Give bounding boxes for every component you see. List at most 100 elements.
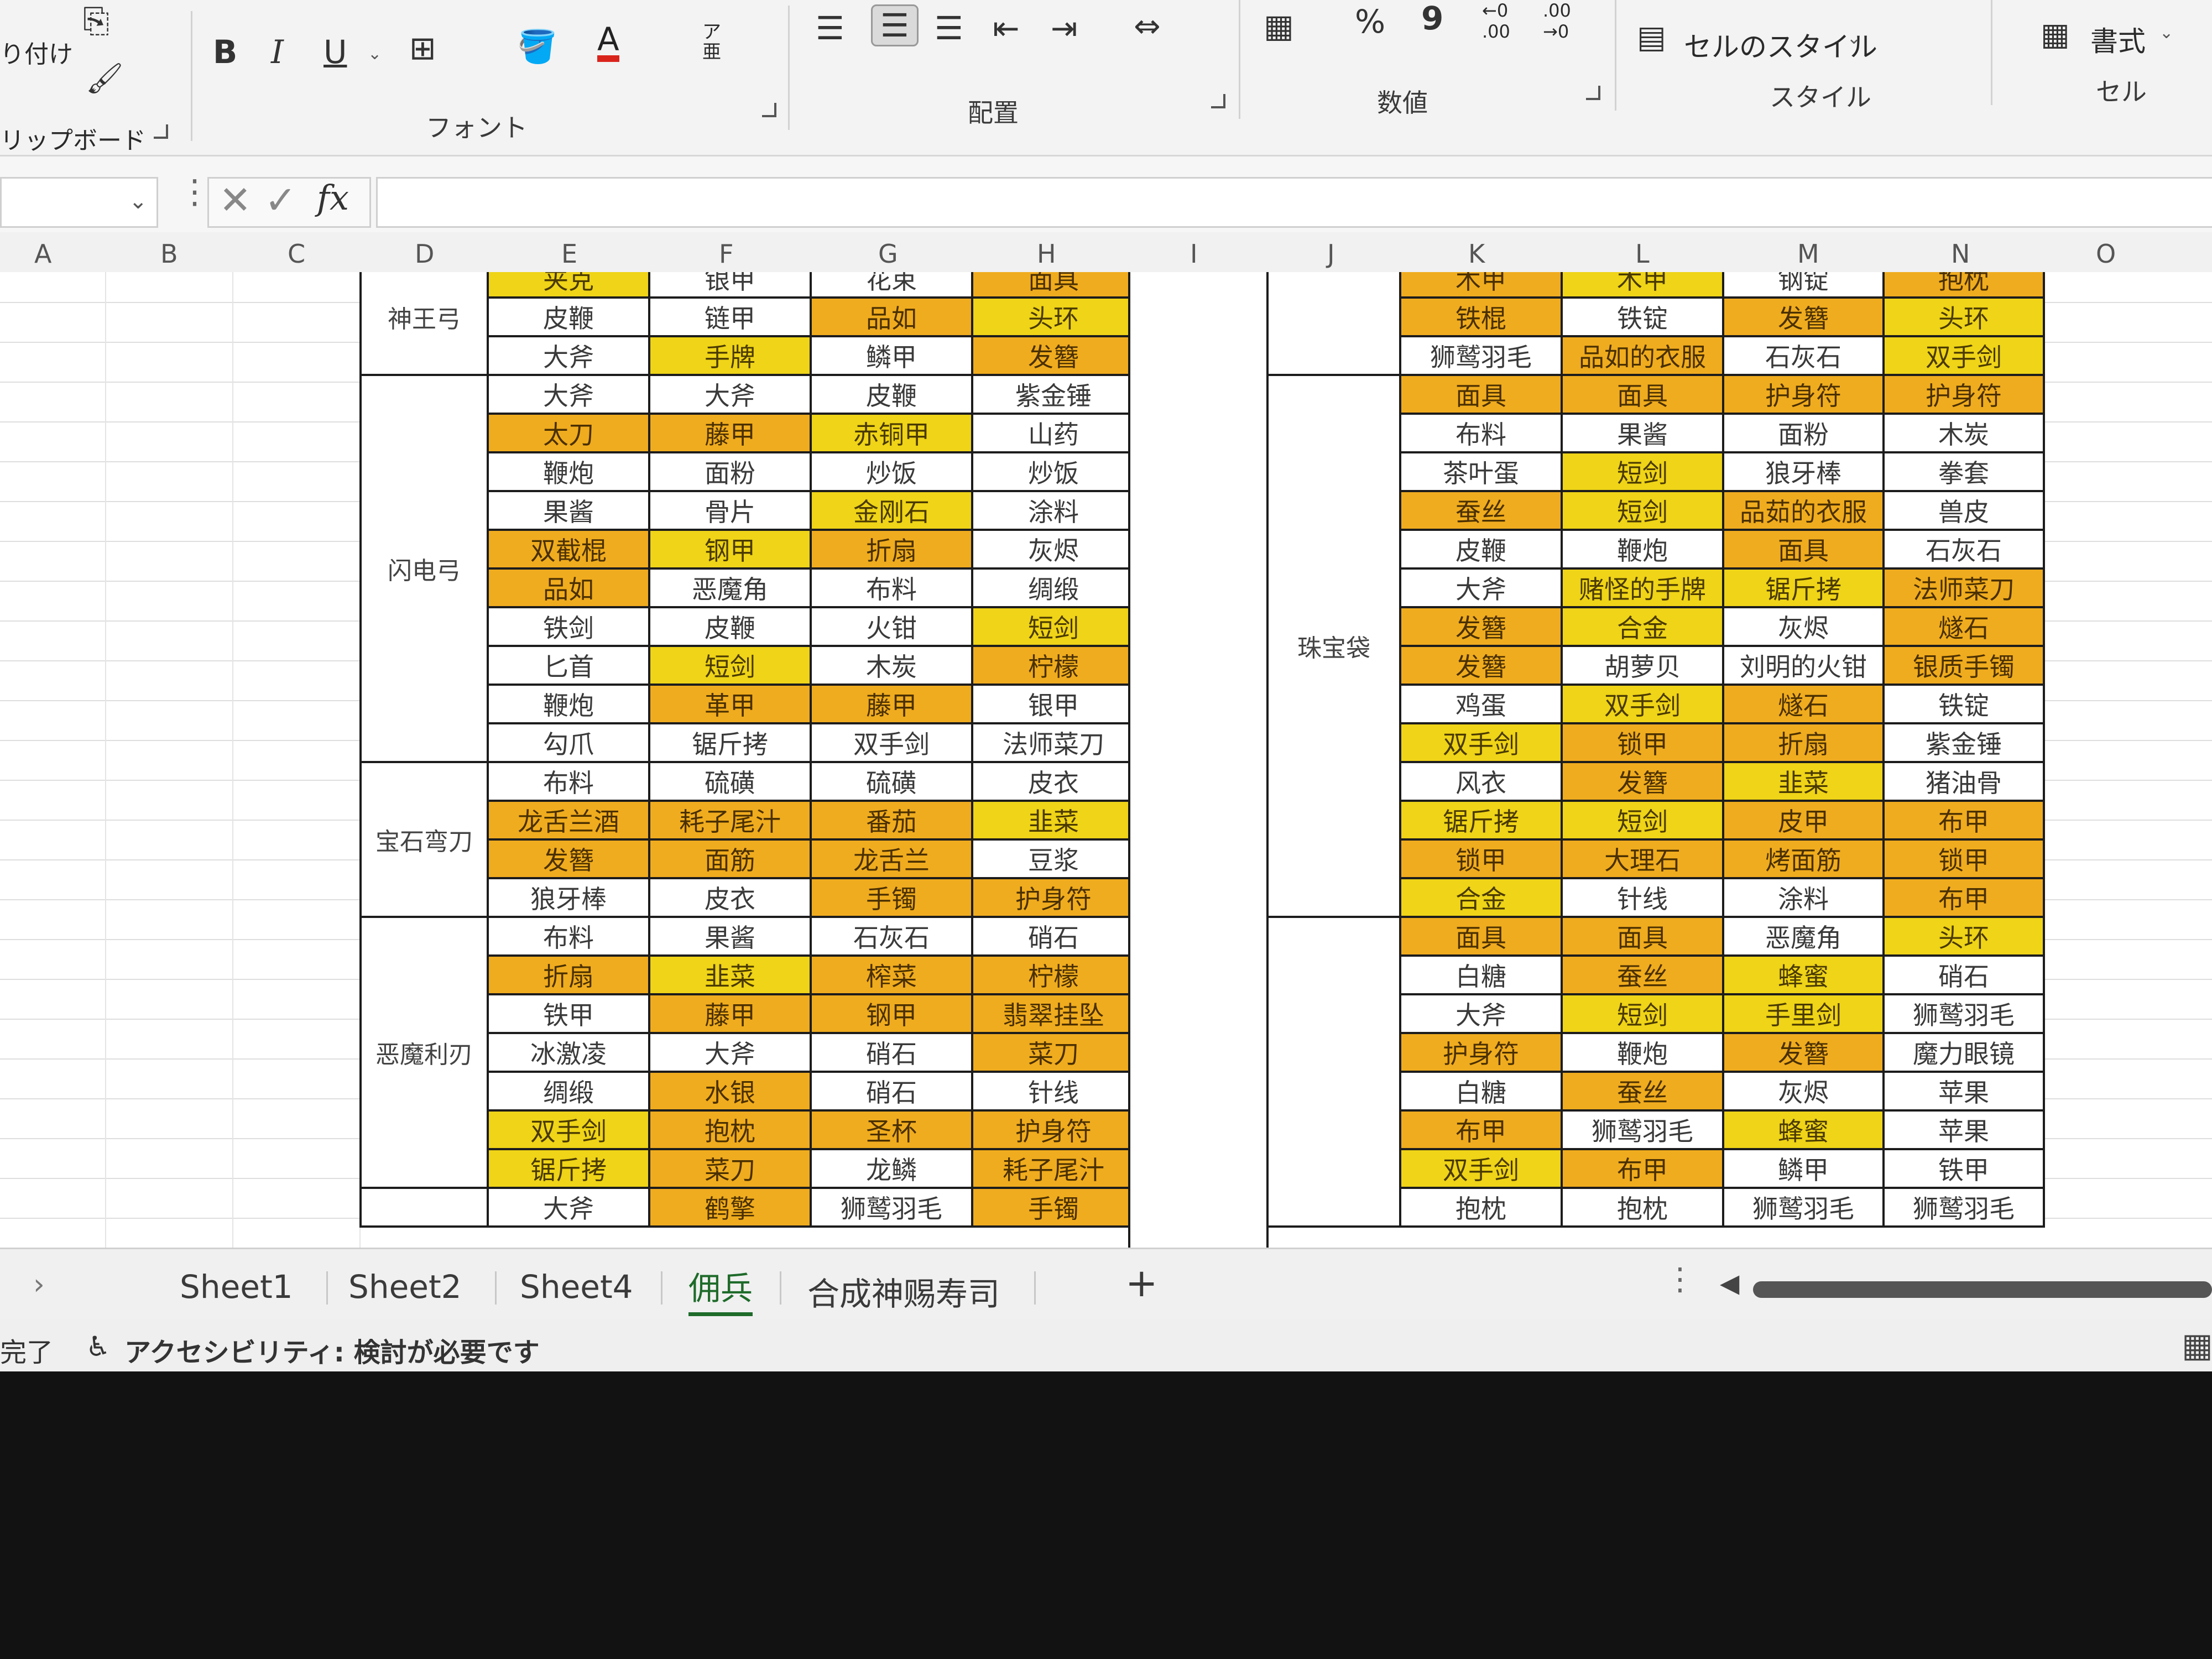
italic-button[interactable]: I: [271, 36, 284, 68]
item-cell[interactable]: 金刚石: [810, 490, 973, 531]
item-cell[interactable]: 大斧: [1399, 567, 1563, 608]
sheet-tab[interactable]: Sheet1: [180, 1268, 293, 1306]
worksheet-grid[interactable]: 神王弓 夹克 银甲 花束 面具 皮鞭 链甲 品如 头环 大斧 手牌 鳞甲 发簪 闪电弓 大斧 大斧 皮鞭 紫金锤太…: [0, 272, 2212, 1248]
item-cell[interactable]: 面具: [1722, 529, 1885, 570]
item-cell[interactable]: 硝石: [810, 1032, 973, 1073]
item-cell[interactable]: 胡萝贝: [1561, 645, 1724, 686]
group-name-cell[interactable]: 宝石弯刀: [359, 761, 489, 918]
group-name-cell[interactable]: 恶魔利刃: [359, 916, 489, 1189]
item-cell[interactable]: 硝石: [971, 916, 1136, 957]
item-cell[interactable]: 双截棍: [487, 529, 650, 570]
item-cell[interactable]: 菜刀: [971, 1032, 1136, 1073]
decrease-indent-icon[interactable]: ⇤: [993, 12, 1020, 44]
item-cell[interactable]: 短剑: [1561, 993, 1724, 1034]
item-cell[interactable]: 面具: [1561, 916, 1724, 957]
align-center-icon[interactable]: ☰: [871, 4, 919, 46]
item-cell[interactable]: 锯斤拷: [487, 1148, 650, 1189]
item-cell[interactable]: 大斧: [1399, 993, 1563, 1034]
column-header[interactable]: N: [1951, 239, 1970, 269]
item-cell[interactable]: 皮衣: [648, 877, 812, 918]
item-cell[interactable]: 双手剑: [1399, 1148, 1563, 1189]
item-cell[interactable]: 护身符: [971, 1109, 1136, 1150]
item-cell[interactable]: 发簪: [1722, 1032, 1885, 1073]
item-cell[interactable]: 恶魔角: [648, 567, 812, 608]
item-cell[interactable]: 发簪: [1399, 606, 1563, 647]
item-cell[interactable]: 钢锭: [1722, 272, 1885, 299]
item-cell[interactable]: 布料: [1399, 413, 1563, 453]
item-cell[interactable]: 豆浆: [971, 838, 1136, 879]
format-painter-icon[interactable]: 🖌: [86, 64, 124, 93]
item-cell[interactable]: 菜刀: [648, 1148, 812, 1189]
group-name-cell[interactable]: [1266, 272, 1401, 376]
item-cell[interactable]: 韭菜: [1722, 761, 1885, 802]
item-cell[interactable]: 锁甲: [1561, 722, 1724, 763]
item-cell[interactable]: 铁锭: [1882, 684, 2045, 724]
item-cell[interactable]: 耗子尾汁: [971, 1148, 1136, 1189]
item-cell[interactable]: 风衣: [1399, 761, 1563, 802]
more-options-icon[interactable]: ⋮: [178, 173, 211, 211]
item-cell[interactable]: 木甲: [1399, 272, 1563, 299]
item-cell[interactable]: 双手剑: [810, 722, 973, 763]
number-launcher-icon[interactable]: [1586, 86, 1600, 100]
item-cell[interactable]: 苹果: [1882, 1071, 2045, 1112]
item-cell[interactable]: 狮鹫羽毛: [1722, 1187, 1885, 1228]
item-cell[interactable]: 狮鹫羽毛: [1399, 335, 1563, 376]
item-cell[interactable]: 钢甲: [810, 993, 973, 1034]
column-header[interactable]: K: [1468, 239, 1485, 269]
item-cell[interactable]: 发簪: [487, 838, 650, 879]
item-cell[interactable]: 锯斤拷: [1399, 800, 1563, 841]
enter-icon[interactable]: ✓: [264, 178, 297, 223]
fill-color-icon[interactable]: 🪣: [517, 30, 557, 62]
item-cell[interactable]: 狮鹫羽毛: [1882, 993, 2045, 1034]
item-cell[interactable]: 韭菜: [971, 800, 1136, 841]
sheet-tab[interactable]: Sheet4: [520, 1268, 633, 1306]
sheet-tab[interactable]: 佣兵: [688, 1262, 753, 1316]
item-cell[interactable]: 匕首: [487, 645, 650, 686]
item-cell[interactable]: 面具: [1399, 916, 1563, 957]
chevron-down-icon[interactable]: ⌄: [129, 189, 148, 214]
item-cell[interactable]: 布甲: [1882, 800, 2045, 841]
more-options-icon[interactable]: ⋮: [1665, 1261, 1695, 1297]
item-cell[interactable]: 绸缎: [971, 567, 1136, 608]
item-cell[interactable]: 皮鞭: [648, 606, 812, 647]
cancel-icon[interactable]: ✕: [219, 178, 252, 223]
item-cell[interactable]: 硫磺: [648, 761, 812, 802]
column-header[interactable]: L: [1635, 239, 1650, 269]
column-header[interactable]: B: [160, 239, 178, 269]
item-cell[interactable]: 白糖: [1399, 1071, 1563, 1112]
item-cell[interactable]: 木甲: [1561, 272, 1724, 299]
item-cell[interactable]: 品如: [810, 296, 973, 337]
item-cell[interactable]: 双手剑: [1399, 722, 1563, 763]
item-cell[interactable]: 鞭炮: [1561, 529, 1724, 570]
copy-icon[interactable]: ⎘: [83, 4, 109, 38]
item-cell[interactable]: 品如的衣服: [1561, 335, 1724, 376]
item-cell[interactable]: 蚕丝: [1561, 954, 1724, 995]
decrease-decimal-button[interactable]: .00 →0: [1543, 0, 1593, 42]
item-cell[interactable]: 手牌: [648, 335, 812, 376]
item-cell[interactable]: 灰烬: [971, 529, 1136, 570]
item-cell[interactable]: 鳞甲: [1722, 1148, 1885, 1189]
column-header[interactable]: F: [719, 239, 733, 269]
item-cell[interactable]: 鸡蛋: [1399, 684, 1563, 724]
column-header[interactable]: H: [1037, 239, 1056, 269]
item-cell[interactable]: 双手剑: [1882, 335, 2045, 376]
item-cell[interactable]: 面粉: [648, 451, 812, 492]
column-header[interactable]: O: [2096, 239, 2116, 269]
item-cell[interactable]: 银甲: [648, 272, 812, 299]
item-cell[interactable]: 针线: [1561, 877, 1724, 918]
chevron-down-icon[interactable]: ⌄: [2159, 23, 2173, 43]
item-cell[interactable]: 银质手镯: [1882, 645, 2045, 686]
item-cell[interactable]: 折扇: [1722, 722, 1885, 763]
item-cell[interactable]: 面具: [1561, 374, 1724, 415]
item-cell[interactable]: 发簪: [1399, 645, 1563, 686]
item-cell[interactable]: 翡翠挂坠: [971, 993, 1136, 1034]
item-cell[interactable]: 赌怪的手牌: [1561, 567, 1724, 608]
item-cell[interactable]: 手里剑: [1722, 993, 1885, 1034]
border-icon[interactable]: ⊞: [409, 32, 436, 64]
item-cell[interactable]: 燧石: [1882, 606, 2045, 647]
item-cell[interactable]: 抱枕: [1561, 1187, 1724, 1228]
bold-button[interactable]: B: [213, 36, 237, 68]
item-cell[interactable]: 灰烬: [1722, 1071, 1885, 1112]
group-name-cell[interactable]: [1266, 916, 1401, 1228]
item-cell[interactable]: 链甲: [648, 296, 812, 337]
